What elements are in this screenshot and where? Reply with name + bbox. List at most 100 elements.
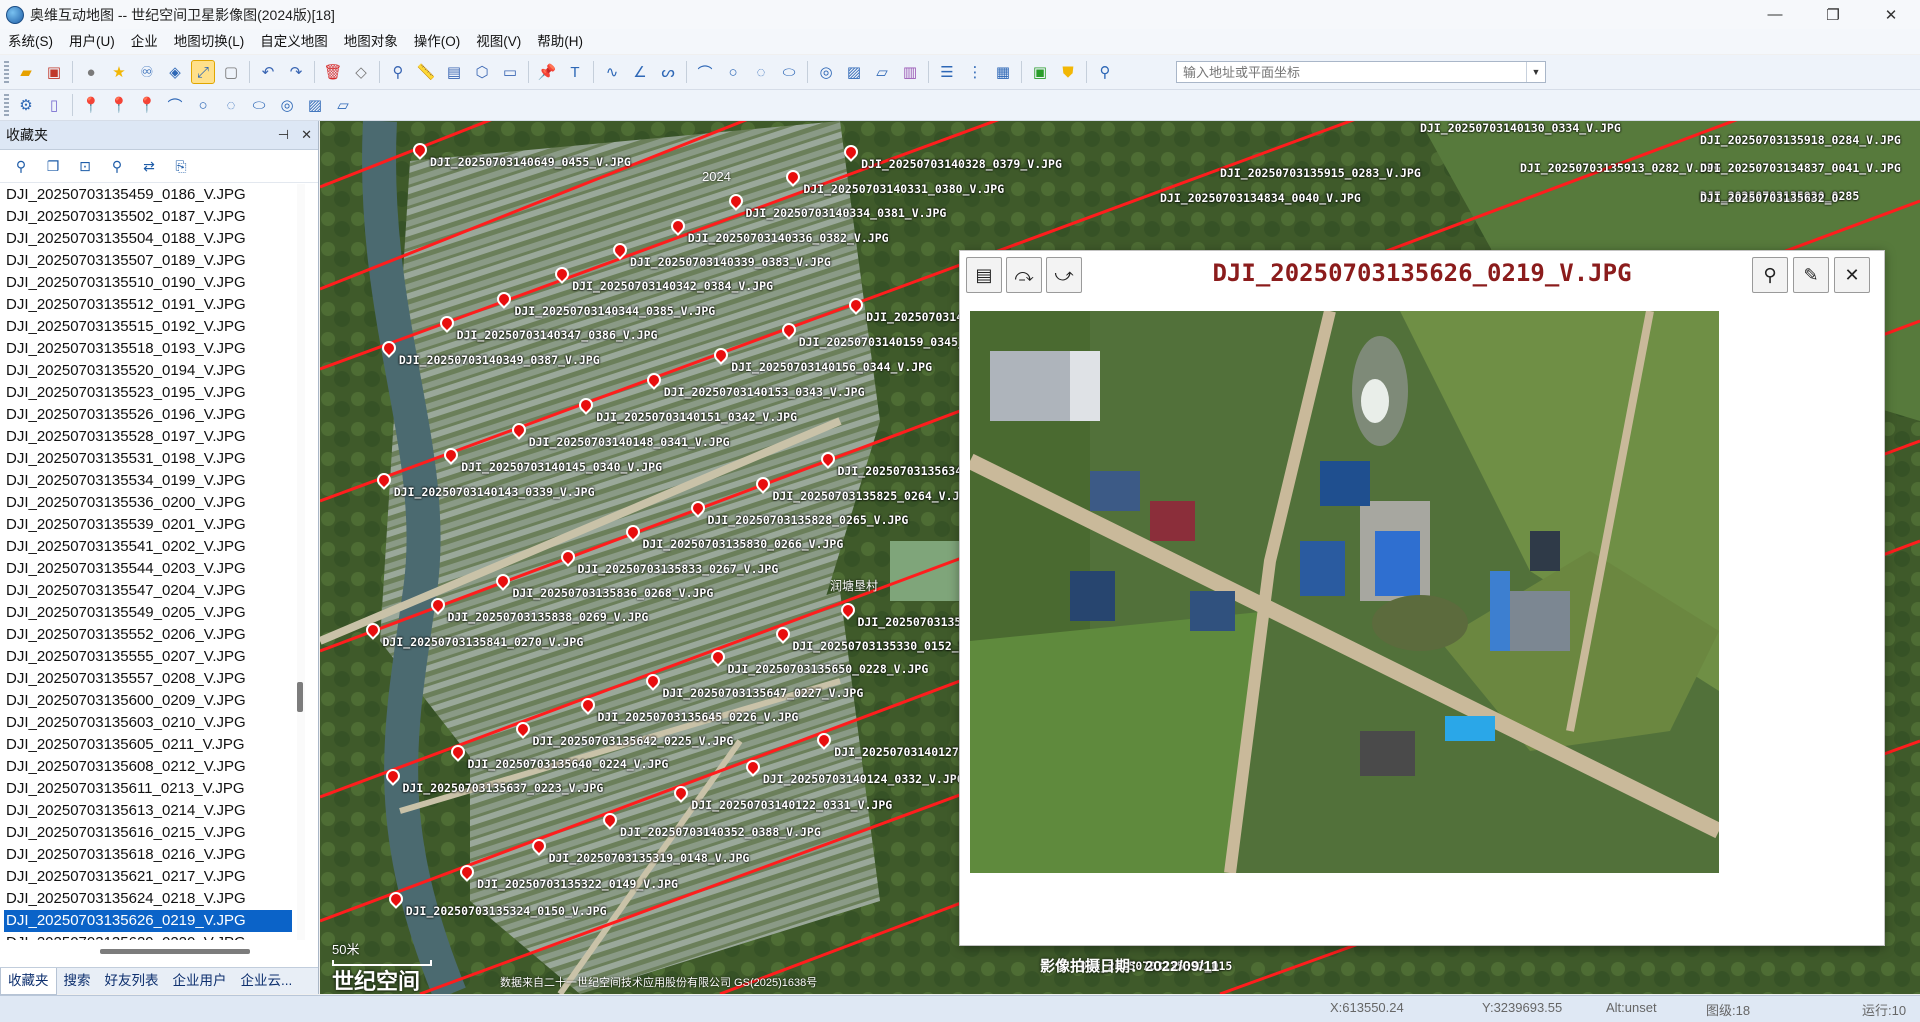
menu-operation[interactable]: 操作(O) [406, 29, 469, 54]
close-panel-icon[interactable]: ✕ [301, 127, 312, 143]
export-icon[interactable]: ⎘ [170, 155, 192, 177]
list-item[interactable]: DJI_20250703135544_0203_V.JPG [4, 558, 292, 580]
list-item[interactable]: DJI_20250703135626_0219_V.JPG [4, 910, 292, 932]
close-button[interactable]: ✕ [1862, 0, 1920, 29]
menu-map-objects[interactable]: 地图对象 [336, 29, 406, 54]
menu-user[interactable]: 用户(U) [61, 29, 123, 54]
list-item[interactable]: DJI_20250703135531_0198_V.JPG [4, 448, 292, 470]
text-tool-icon[interactable]: T [563, 60, 587, 84]
address-search-input[interactable] [1177, 62, 1529, 82]
list-item[interactable]: DJI_20250703135515_0192_V.JPG [4, 316, 292, 338]
search-icon[interactable]: ⚲ [10, 155, 32, 177]
zoom-search-icon[interactable]: ⚲ [1752, 257, 1788, 293]
curve-icon[interactable]: ᔕ [656, 60, 680, 84]
menu-enterprise[interactable]: 企业 [123, 29, 166, 54]
ruler-icon[interactable]: 📏 [414, 60, 438, 84]
scroll-thumb[interactable] [297, 682, 303, 712]
save-icon[interactable]: ▣ [42, 60, 66, 84]
list-item[interactable]: DJI_20250703135504_0188_V.JPG [4, 228, 292, 250]
maximize-button[interactable]: ❐ [1804, 0, 1862, 29]
arc-icon[interactable]: ⌒ [693, 60, 717, 84]
polygon-tool-icon[interactable]: ⬡ [470, 60, 494, 84]
chat-icon[interactable]: ▣ [1028, 60, 1052, 84]
square-tool-icon[interactable]: ▨ [303, 93, 327, 117]
horizontal-scrollbar[interactable] [100, 949, 250, 954]
list-item[interactable]: DJI_20250703135547_0204_V.JPG [4, 580, 292, 602]
list-item[interactable]: DJI_20250703135629_0220_V.JPG [4, 932, 292, 940]
list-item[interactable]: DJI_20250703135611_0213_V.JPG [4, 778, 292, 800]
list-item[interactable]: DJI_20250703135459_0186_V.JPG [4, 184, 292, 206]
redo-icon[interactable]: ↷ [284, 60, 308, 84]
tab-search[interactable]: 搜索 [57, 968, 98, 994]
route-icon[interactable]: ⌒ [163, 93, 187, 117]
green-pin-icon[interactable]: 📍 [135, 93, 159, 117]
pushpin-icon[interactable]: 📌 [535, 60, 559, 84]
shield-icon[interactable]: ⛊ [1056, 60, 1080, 84]
settings-gear-icon[interactable]: ⚙ [14, 93, 38, 117]
vertical-scrollbar[interactable] [297, 184, 305, 940]
circle-icon[interactable]: ○ [721, 60, 745, 84]
marker-icon[interactable]: ⚲ [386, 60, 410, 84]
list-item[interactable]: DJI_20250703135624_0218_V.JPG [4, 888, 292, 910]
filled-square-icon[interactable]: ▨ [842, 60, 866, 84]
list-item[interactable]: DJI_20250703135621_0217_V.JPG [4, 866, 292, 888]
marker-icon[interactable]: ⚲ [106, 155, 128, 177]
tab-enterprise-users[interactable]: 企业用户 [166, 968, 234, 994]
share-icon[interactable]: ♾ [135, 60, 159, 84]
list-item[interactable]: DJI_20250703135616_0215_V.JPG [4, 822, 292, 844]
rect-select-icon[interactable]: ▢ [219, 60, 243, 84]
list-item[interactable]: DJI_20250703135507_0189_V.JPG [4, 250, 292, 272]
address-search-box[interactable]: ▼ [1176, 61, 1546, 83]
list-item[interactable]: DJI_20250703135552_0206_V.JPG [4, 624, 292, 646]
filled-circle-icon[interactable]: ◎ [814, 60, 838, 84]
arc-tool-icon[interactable]: ◌ [219, 93, 243, 117]
layers-icon[interactable]: ◈ [163, 60, 187, 84]
arc-circle-icon[interactable]: ◌ [749, 60, 773, 84]
list-item[interactable]: DJI_20250703135600_0209_V.JPG [4, 690, 292, 712]
route-icon[interactable]: ⇄ [138, 155, 160, 177]
chevron-down-icon[interactable]: ▼ [1526, 62, 1545, 82]
yellow-pin-icon[interactable]: 📍 [79, 93, 103, 117]
tab-favorites[interactable]: 收藏夹 [0, 967, 57, 995]
list-item[interactable]: DJI_20250703135549_0205_V.JPG [4, 602, 292, 624]
list-item[interactable]: DJI_20250703135523_0195_V.JPG [4, 382, 292, 404]
tab-friends[interactable]: 好友列表 [98, 968, 166, 994]
tab-enterprise-cloud[interactable]: 企业云... [234, 968, 300, 994]
list-item[interactable]: DJI_20250703135502_0187_V.JPG [4, 206, 292, 228]
copy-icon[interactable]: ❐ [42, 155, 64, 177]
list-item[interactable]: DJI_20250703135557_0208_V.JPG [4, 668, 292, 690]
pan-select-icon[interactable]: ⤢ [191, 60, 215, 84]
bars-icon[interactable]: ▥ [898, 60, 922, 84]
list-item[interactable]: DJI_20250703135510_0190_V.JPG [4, 272, 292, 294]
camera-icon[interactable]: ▭ [498, 60, 522, 84]
list-item[interactable]: DJI_20250703135526_0196_V.JPG [4, 404, 292, 426]
list-item[interactable]: DJI_20250703135608_0212_V.JPG [4, 756, 292, 778]
users-icon[interactable]: ● [79, 60, 103, 84]
polyline-icon[interactable]: ∿ [600, 60, 624, 84]
list-item[interactable]: DJI_20250703135541_0202_V.JPG [4, 536, 292, 558]
toolbar-grip[interactable] [4, 61, 9, 83]
menu-view[interactable]: 视图(V) [468, 29, 529, 54]
list-item[interactable]: DJI_20250703135520_0194_V.JPG [4, 360, 292, 382]
shape-tool-icon[interactable]: ▱ [331, 93, 355, 117]
delete-icon[interactable]: 🗑 [321, 60, 345, 84]
page-icon[interactable]: ▯ [42, 93, 66, 117]
minimize-button[interactable]: — [1746, 0, 1804, 29]
list-item[interactable]: DJI_20250703135605_0211_V.JPG [4, 734, 292, 756]
eraser-icon[interactable]: ◇ [349, 60, 373, 84]
pin-panel-icon[interactable]: ⊣ [278, 127, 289, 143]
close-dialog-button[interactable]: ✕ [1834, 257, 1870, 293]
circle-outline-icon[interactable]: ○ [191, 93, 215, 117]
target-icon[interactable]: ◎ [275, 93, 299, 117]
list-item[interactable]: DJI_20250703135613_0214_V.JPG [4, 800, 292, 822]
toolbar-grip[interactable] [4, 94, 9, 116]
search-icon[interactable]: ⚲ [1093, 60, 1117, 84]
list-item[interactable]: DJI_20250703135536_0200_V.JPG [4, 492, 292, 514]
list-item[interactable]: DJI_20250703135528_0197_V.JPG [4, 426, 292, 448]
ellipse-icon[interactable]: ⬭ [777, 60, 801, 84]
menu-system[interactable]: 系统(S) [0, 29, 61, 54]
list-item[interactable]: DJI_20250703135534_0199_V.JPG [4, 470, 292, 492]
list-item[interactable]: DJI_20250703135555_0207_V.JPG [4, 646, 292, 668]
menu-help[interactable]: 帮助(H) [529, 29, 591, 54]
list-item[interactable]: DJI_20250703135603_0210_V.JPG [4, 712, 292, 734]
